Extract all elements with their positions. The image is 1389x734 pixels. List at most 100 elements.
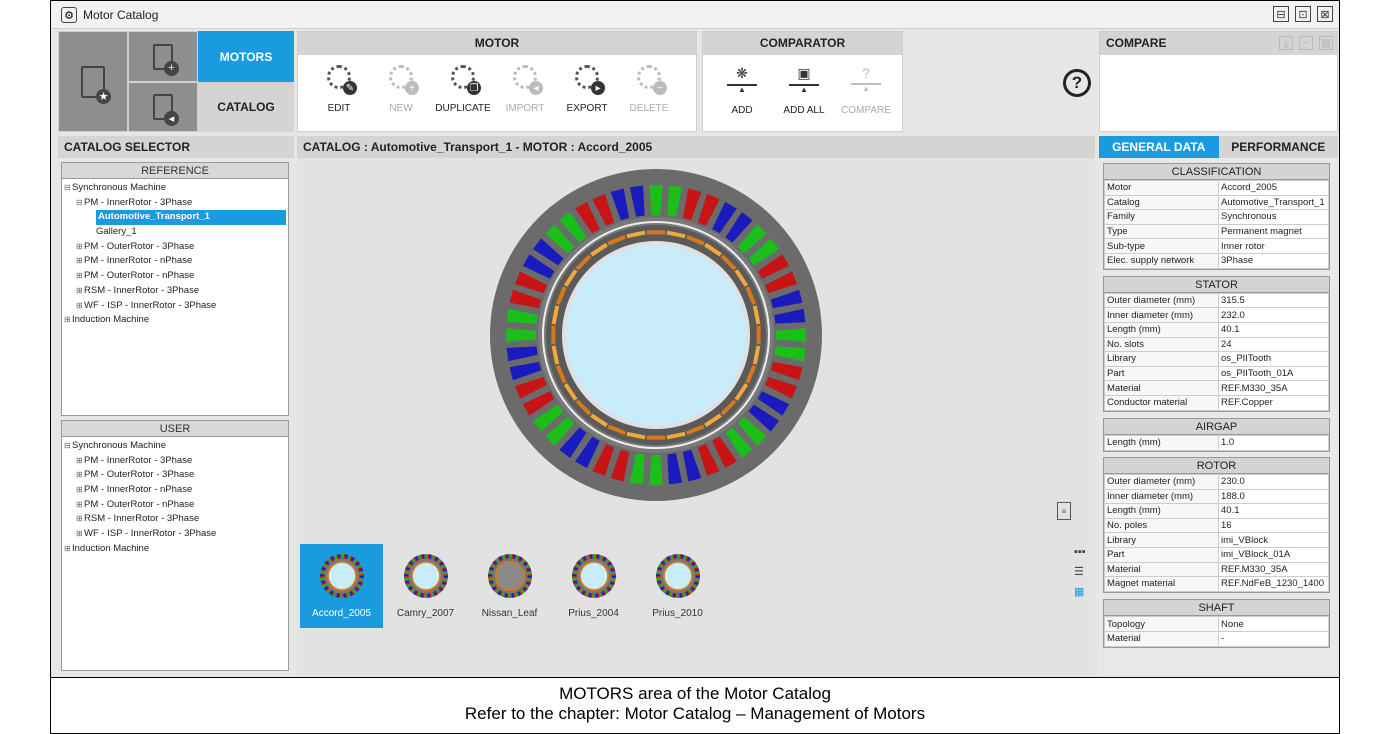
property-value: Synchronous	[1218, 209, 1329, 225]
tool-label: ADD ALL	[783, 105, 825, 116]
expand-toggle-icon[interactable]: ⊞	[76, 468, 84, 483]
list-view-icon[interactable]: ☰	[1074, 566, 1086, 578]
property-value: Inner rotor	[1218, 238, 1329, 254]
tree-node[interactable]: ⊞WF - ISP - InnerRotor - 3Phase	[62, 299, 288, 314]
motor-thumbnail[interactable]: Prius_2004	[552, 544, 635, 628]
motor-thumbnail[interactable]: Camry_2007	[384, 544, 467, 628]
expand-toggle-icon[interactable]: ⊞	[76, 512, 84, 527]
expand-toggle-icon[interactable]: ⊞	[76, 284, 84, 299]
property-value: 315.5	[1218, 292, 1329, 309]
tree-node[interactable]: ⊞Induction Machine	[62, 313, 288, 328]
motor-thumbnail-icon	[319, 554, 364, 598]
property-value: os_PIITooth	[1218, 351, 1329, 367]
tree-node[interactable]: ⊟Synchronous Machine	[62, 181, 288, 196]
expand-toggle-icon[interactable]: ⊟	[64, 439, 72, 454]
property-name: Library	[1104, 532, 1219, 548]
tree-node[interactable]: ⊞PM - OuterRotor - 3Phase	[62, 240, 288, 255]
property-name: Sub-type	[1104, 238, 1219, 254]
catalog-tab-button[interactable]: CATALOG	[198, 82, 294, 132]
compare-remove-icon[interactable]: −	[1299, 36, 1313, 50]
tree-node[interactable]: ⊞PM - InnerRotor - nPhase	[62, 254, 288, 269]
tool-add-all-button[interactable]: ▣ ▲ ADD ALL	[773, 55, 835, 131]
document-icon[interactable]: ≡	[1057, 502, 1071, 520]
new-catalog-tile[interactable]: +	[128, 31, 198, 82]
expand-toggle-icon[interactable]: ⊞	[76, 299, 84, 314]
tool-import-button[interactable]: ◂ IMPORT	[494, 55, 556, 131]
expand-toggle-icon[interactable]: ⊞	[76, 240, 84, 255]
tree-node[interactable]: ⊞WF - ISP - InnerRotor - 3Phase	[62, 527, 288, 542]
expand-toggle-icon[interactable]: ⊞	[76, 269, 84, 284]
tool-export-button[interactable]: ▸ EXPORT	[556, 55, 618, 131]
section-airgap: AIRGAP Length (mm) 1.0	[1103, 418, 1330, 452]
property-value: 16	[1218, 517, 1329, 534]
tool-badge-icon: ▸	[591, 81, 605, 95]
expand-toggle-icon[interactable]: ⊞	[64, 542, 72, 557]
tree-node-label: Induction Machine	[72, 314, 150, 326]
catalog-home-tile[interactable]: ★	[58, 31, 128, 132]
balance-glyph: ?	[862, 65, 870, 81]
import-catalog-tile[interactable]: ◂	[128, 82, 198, 132]
help-icon[interactable]: ?	[1063, 69, 1091, 97]
tree-node[interactable]: ⊞RSM - InnerRotor - 3Phase	[62, 284, 288, 299]
tree-node[interactable]: ⊞RSM - InnerRotor - 3Phase	[62, 512, 288, 527]
motor-thumbnail[interactable]: Accord_2005	[300, 544, 383, 628]
tree-node[interactable]: ⊞PM - OuterRotor - nPhase	[62, 269, 288, 284]
tree-node[interactable]: ⊞Induction Machine	[62, 542, 288, 557]
property-value: 232.0	[1218, 307, 1329, 323]
tree-node[interactable]: ⊟Synchronous Machine	[62, 439, 288, 454]
tab-performance[interactable]: PERFORMANCE	[1218, 136, 1338, 158]
caption-line-2: Refer to the chapter: Motor Catalog – Ma…	[464, 704, 926, 723]
reference-tree: REFERENCE ⊟Synchronous Machine ⊟PM - Inne…	[61, 162, 289, 416]
motor-gear-icon: ▸	[575, 65, 605, 95]
tree-node[interactable]: ⊞PM - InnerRotor - nPhase	[62, 483, 288, 498]
minimize-button[interactable]: ⊟	[1273, 6, 1289, 22]
tree-node[interactable]: ⊞PM - OuterRotor - nPhase	[62, 498, 288, 513]
tree-node[interactable]: ⊞PM - InnerRotor - 3Phase	[62, 454, 288, 469]
motor-thumbnail-icon	[403, 554, 448, 598]
tool-compare-button[interactable]: ? ▲ COMPARE	[835, 55, 897, 131]
catalog-add-icon: +	[153, 43, 179, 76]
property-row: No. poles 16	[1104, 517, 1329, 534]
tree-node[interactable]: Automotive_Transport_1	[62, 210, 288, 226]
expand-toggle-icon[interactable]: ⊞	[64, 313, 72, 328]
expand-toggle-icon[interactable]: ⊞	[76, 483, 84, 498]
tool-label: DUPLICATE	[435, 103, 491, 114]
property-value: None	[1218, 616, 1329, 632]
tree-node[interactable]: ⊟PM - InnerRotor - 3Phase	[62, 196, 288, 211]
tool-new-button[interactable]: + NEW	[370, 55, 432, 131]
property-row: Motor Accord_2005	[1104, 180, 1329, 196]
motor-thumbnail[interactable]: Prius_2010	[636, 544, 719, 628]
motor-thumbnail[interactable]: Nissan_Leaf	[468, 544, 551, 628]
compare-pin-icon[interactable]: ⍊	[1279, 36, 1293, 50]
expand-toggle-icon[interactable]: ⊞	[76, 254, 84, 269]
tool-badge-icon: ❐	[467, 81, 481, 95]
expand-toggle-icon[interactable]: ⊞	[76, 498, 84, 513]
tile-view-icon[interactable]: ▪▪▪	[1074, 546, 1086, 558]
tool-delete-button[interactable]: − DELETE	[618, 55, 680, 131]
motor-thumbnail-label: Nissan_Leaf	[481, 608, 538, 619]
catalog-motor-header: CATALOG : Automotive_Transport_1 - MOTOR…	[297, 136, 1095, 158]
property-name: Elec. supply network	[1104, 252, 1219, 269]
balance-icon: ❋ ▲	[725, 65, 759, 95]
restore-button[interactable]: ⊡	[1295, 6, 1311, 22]
grid-view-icon[interactable]: ▦	[1074, 586, 1086, 598]
figure-frame: ⚙ Motor Catalog ⊟ ⊡ ⊠ ★ + ◂ MOTORS CATAL…	[50, 0, 1340, 734]
title-bar: ⚙ Motor Catalog ⊟ ⊡ ⊠	[51, 1, 1339, 29]
compare-trash-icon[interactable]: ▥	[1319, 36, 1333, 50]
motors-tab-button[interactable]: MOTORS	[198, 31, 294, 82]
motor-thumbnail-icon	[571, 554, 616, 598]
property-row: Elec. supply network 3Phase	[1104, 252, 1329, 269]
tab-general-data[interactable]: GENERAL DATA	[1099, 136, 1219, 158]
tool-duplicate-button[interactable]: ❐ DUPLICATE	[432, 55, 494, 131]
tree-node[interactable]: ⊞PM - OuterRotor - 3Phase	[62, 468, 288, 483]
expand-toggle-icon[interactable]: ⊟	[76, 196, 84, 211]
tool-edit-button[interactable]: ✎ EDIT	[308, 55, 370, 131]
expand-toggle-icon[interactable]: ⊟	[64, 181, 72, 196]
expand-toggle-icon[interactable]: ⊞	[76, 454, 84, 469]
section-title: SHAFT	[1104, 600, 1329, 617]
close-button[interactable]: ⊠	[1317, 6, 1333, 22]
tool-add-button[interactable]: ❋ ▲ ADD	[711, 55, 773, 131]
tree-node-label: PM - InnerRotor - nPhase	[84, 255, 193, 267]
tree-node[interactable]: Gallery_1	[62, 225, 288, 240]
expand-toggle-icon[interactable]: ⊞	[76, 527, 84, 542]
